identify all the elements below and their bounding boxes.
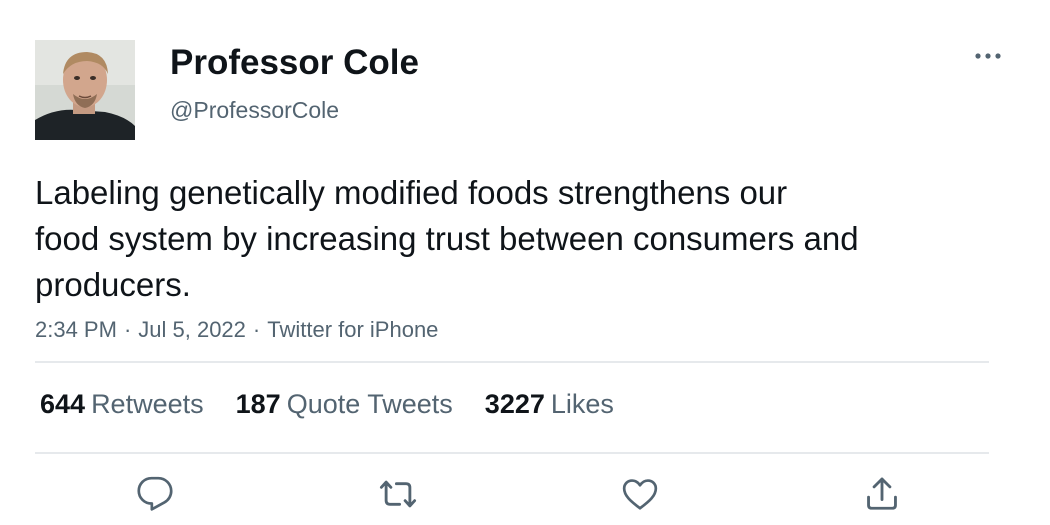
quote-tweets-stat[interactable]: 187 Quote Tweets — [236, 386, 453, 422]
display-name[interactable]: Professor Cole — [170, 42, 419, 84]
likes-stat[interactable]: 3227 Likes — [485, 386, 614, 422]
tweet-date[interactable]: Jul 5, 2022 — [138, 317, 246, 342]
meta-separator: · — [123, 317, 132, 342]
like-button[interactable] — [618, 472, 662, 516]
engagement-stats: 644 Retweets 187 Quote Tweets 3227 Likes — [40, 386, 614, 422]
retweets-stat[interactable]: 644 Retweets — [40, 386, 204, 422]
profile-photo-icon — [35, 40, 135, 140]
tweet-actions — [0, 472, 1050, 522]
tweet-source[interactable]: Twitter for iPhone — [267, 317, 438, 342]
tweet-text-line: food system by increasing trust between … — [35, 220, 859, 257]
share-button[interactable] — [860, 472, 904, 516]
ellipsis-icon — [975, 53, 1001, 59]
retweets-count: 644 — [40, 389, 86, 419]
quote-tweets-label: Quote Tweets — [286, 389, 453, 419]
retweet-button[interactable] — [376, 472, 420, 516]
quote-tweets-count: 187 — [235, 389, 281, 419]
likes-count: 3227 — [484, 389, 545, 419]
upload-arrow-icon — [867, 477, 897, 510]
speech-bubble-icon — [137, 476, 173, 511]
tweet-metadata: 2:34 PM · Jul 5, 2022 · Twitter for iPhone — [35, 314, 438, 346]
divider — [35, 452, 989, 454]
heart-icon — [622, 479, 658, 510]
avatar[interactable] — [35, 40, 135, 140]
likes-label: Likes — [550, 389, 614, 419]
tweet-text-line: Labeling genetically modified foods stre… — [35, 174, 788, 211]
retweet-arrows-icon — [379, 480, 417, 508]
reply-button[interactable] — [133, 472, 177, 516]
user-handle[interactable]: @ProfessorCole — [170, 95, 339, 125]
more-options-button[interactable] — [966, 40, 1010, 72]
tweet-text: Labeling genetically modified foods stre… — [35, 170, 995, 308]
tweet-card: Professor Cole @ProfessorCole Labeling g… — [0, 0, 1050, 525]
retweets-label: Retweets — [91, 389, 204, 419]
tweet-time[interactable]: 2:34 PM — [35, 317, 117, 342]
tweet-text-line: producers. — [35, 266, 191, 303]
divider — [35, 361, 989, 363]
meta-separator: · — [252, 317, 261, 342]
